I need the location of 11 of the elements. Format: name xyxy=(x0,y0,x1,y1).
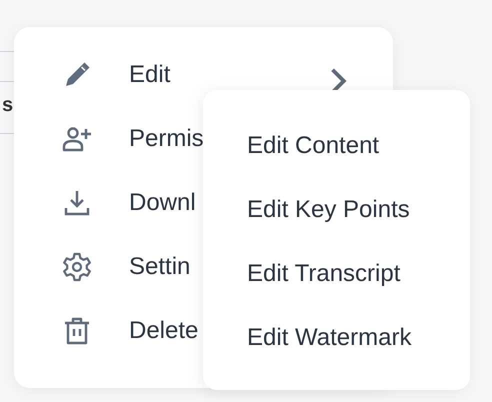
column-heading: s xyxy=(2,94,14,117)
submenu-item[interactable]: Edit Watermark xyxy=(203,306,470,370)
menu-item[interactable]: Downl xyxy=(129,189,196,217)
menu-item[interactable]: Settin xyxy=(129,253,190,281)
submenu-item[interactable]: Edit Key Points xyxy=(203,178,470,242)
submenu-item[interactable]: Edit Transcript xyxy=(203,242,470,306)
settings-icon xyxy=(61,251,93,283)
submenu-item[interactable]: Edit Content xyxy=(203,114,470,178)
menu-item[interactable]: Edit xyxy=(129,61,170,89)
menu-item[interactable]: Delete xyxy=(129,317,198,345)
menu-item[interactable]: Permis xyxy=(129,125,204,153)
